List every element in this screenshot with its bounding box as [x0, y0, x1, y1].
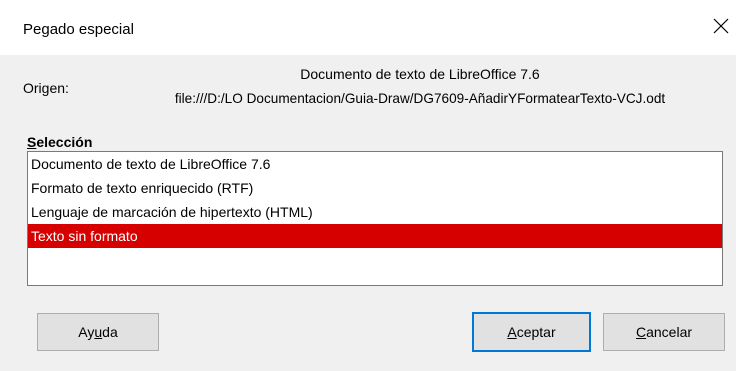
list-item-selected[interactable]: Texto sin formato: [28, 224, 722, 248]
origin-name: Documento de texto de LibreOffice 7.6: [300, 66, 540, 82]
help-button[interactable]: Ay u da: [37, 313, 159, 351]
dialog-title: Pegado especial: [23, 21, 134, 38]
help-button-mnemonic: u: [94, 324, 103, 340]
help-button-label-pre: Ay: [78, 324, 95, 340]
origin-label: Origen:: [23, 80, 69, 96]
paste-special-dialog: Pegado especial Origen: Documento de tex…: [0, 0, 736, 371]
help-button-label-post: da: [102, 324, 118, 340]
title-bar: Pegado especial: [0, 0, 736, 55]
ok-button[interactable]: Aceptar: [472, 312, 591, 352]
list-item[interactable]: Lenguaje de marcación de hipertexto (HTM…: [28, 200, 722, 224]
selection-label-rest: elección: [36, 134, 93, 150]
selection-listbox[interactable]: Documento de texto de LibreOffice 7.6 Fo…: [27, 151, 723, 286]
cancel-button[interactable]: Cancelar: [603, 313, 725, 351]
ok-button-mnemonic: A: [507, 324, 517, 340]
selection-label-mnemonic: S: [27, 134, 37, 150]
cancel-button-mnemonic: C: [635, 324, 647, 340]
cancel-button-label-post: ancelar: [646, 324, 693, 340]
list-item[interactable]: Formato de texto enriquecido (RTF): [28, 176, 722, 200]
list-item[interactable]: Documento de texto de LibreOffice 7.6: [28, 152, 722, 176]
selection-label: Selección: [27, 134, 92, 150]
close-icon[interactable]: [709, 14, 733, 38]
ok-button-label-post: ceptar: [516, 324, 556, 340]
origin-path: file:///D:/LO Documentacion/Guia-Draw/DG…: [174, 91, 666, 106]
